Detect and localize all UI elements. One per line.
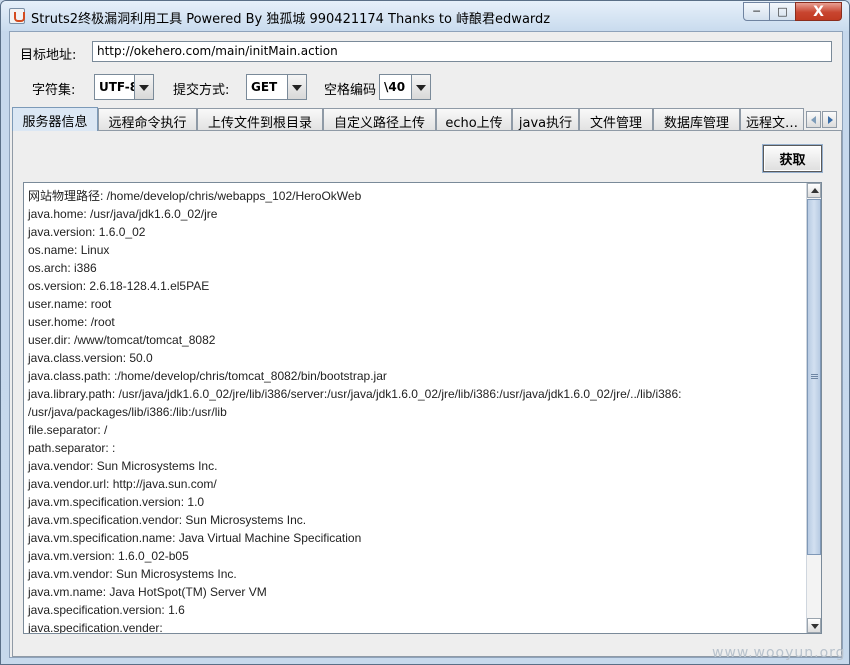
maximize-button[interactable]: □: [769, 2, 796, 21]
output-line: java.vm.specification.name: Java Virtual…: [28, 531, 362, 545]
output-line: java.class.version: 50.0: [28, 351, 153, 365]
tab-echo-upload[interactable]: echo上传: [436, 108, 512, 130]
watermark: www.wooyun.org: [712, 645, 846, 661]
close-button[interactable]: X: [795, 2, 842, 21]
output-line: java.home: /usr/java/jdk1.6.0_02/jre: [28, 207, 218, 221]
output-line: java.specification.vender:: [28, 621, 163, 633]
output-line: java.vendor.url: http://java.sun.com/: [28, 477, 217, 491]
output-line: user.dir: /www/tomcat/tomcat_8082: [28, 333, 216, 347]
output-line: java.library.path: /usr/java/jdk1.6.0_02…: [28, 387, 682, 401]
tab-upload-root[interactable]: 上传文件到根目录: [197, 108, 323, 130]
output-line: java.vm.name: Java HotSpot(TM) Server VM: [28, 585, 267, 599]
output-line: java.specification.version: 1.6: [28, 603, 185, 617]
tab-custom-path-upload[interactable]: 自定义路径上传: [323, 108, 436, 130]
output-textarea[interactable]: 网站物理路径: /home/develop/chris/webapps_102/…: [23, 182, 822, 634]
output-line: path.separator: :: [28, 441, 116, 455]
output-line: java.vm.version: 1.6.0_02-b05: [28, 549, 189, 563]
tab-scroll-left-icon[interactable]: [806, 111, 821, 128]
charset-label: 字符集:: [32, 83, 76, 98]
server-info-panel: 获取 网站物理路径: /home/develop/chris/webapps_1…: [12, 130, 842, 657]
output-line: java.class.path: :/home/develop/chris/to…: [28, 369, 387, 383]
scroll-thumb[interactable]: [807, 199, 821, 555]
tab-remote-command[interactable]: 远程命令执行: [98, 108, 197, 130]
target-url-input[interactable]: http://okehero.com/main/initMain.action: [92, 41, 832, 62]
window-title: Struts2终极漏洞利用工具 Powered By 独孤城 990421174…: [31, 12, 551, 27]
method-select[interactable]: GET: [246, 74, 307, 100]
grip-icon: [811, 374, 818, 379]
output-line: java.vm.specification.version: 1.0: [28, 495, 205, 509]
title-bar[interactable]: Struts2终极漏洞利用工具 Powered By 独孤城 990421174…: [1, 1, 849, 31]
tab-remote-file[interactable]: 远程文…: [740, 108, 804, 130]
chevron-down-icon: [134, 75, 153, 99]
space-encoding-value: \40: [384, 80, 406, 94]
space-encoding-select[interactable]: \40: [379, 74, 431, 100]
target-url-label: 目标地址:: [20, 48, 77, 63]
tab-database-manager[interactable]: 数据库管理: [653, 108, 740, 130]
scroll-down-icon[interactable]: [807, 618, 821, 633]
output-line: /usr/java/packages/lib/i386:/lib:/usr/li…: [28, 405, 227, 419]
output-line: 网站物理路径: /home/develop/chris/webapps_102/…: [28, 189, 362, 203]
output-lines: 网站物理路径: /home/develop/chris/webapps_102/…: [24, 183, 806, 633]
output-line: file.separator: /: [28, 423, 108, 437]
output-line: java.version: 1.6.0_02: [28, 225, 146, 239]
fetch-button[interactable]: 获取: [763, 145, 822, 172]
vertical-scrollbar[interactable]: [806, 183, 821, 633]
java-app-icon: [9, 8, 25, 24]
output-line: user.name: root: [28, 297, 112, 311]
tab-java-exec[interactable]: java执行: [512, 108, 579, 130]
chevron-down-icon: [411, 75, 430, 99]
main-content: 目标地址: http://okehero.com/main/initMain.a…: [9, 31, 843, 658]
chevron-down-icon: [287, 75, 306, 99]
tab-server-info[interactable]: 服务器信息: [12, 107, 98, 131]
minimize-button[interactable]: ─: [743, 2, 770, 21]
tab-file-manager[interactable]: 文件管理: [579, 108, 653, 130]
output-line: user.home: /root: [28, 315, 115, 329]
output-line: os.name: Linux: [28, 243, 110, 257]
method-label: 提交方式:: [173, 83, 230, 98]
tab-scroll-right-icon[interactable]: [822, 111, 837, 128]
output-line: os.arch: i386: [28, 261, 97, 275]
output-line: os.version: 2.6.18-128.4.1.el5PAE: [28, 279, 210, 293]
output-line: java.vm.specification.vendor: Sun Micros…: [28, 513, 307, 527]
scroll-up-icon[interactable]: [807, 183, 821, 198]
charset-select[interactable]: UTF-8: [94, 74, 154, 100]
app-window: Struts2终极漏洞利用工具 Powered By 独孤城 990421174…: [0, 0, 850, 665]
output-line: java.vm.vendor: Sun Microsystems Inc.: [28, 567, 237, 581]
tab-bar: 服务器信息 远程命令执行 上传文件到根目录 自定义路径上传 echo上传 jav…: [12, 107, 842, 131]
space-encoding-label: 空格编码: [324, 83, 377, 98]
output-line: java.vendor: Sun Microsystems Inc.: [28, 459, 218, 473]
charset-value: UTF-8: [99, 80, 134, 94]
method-value: GET: [251, 80, 278, 94]
